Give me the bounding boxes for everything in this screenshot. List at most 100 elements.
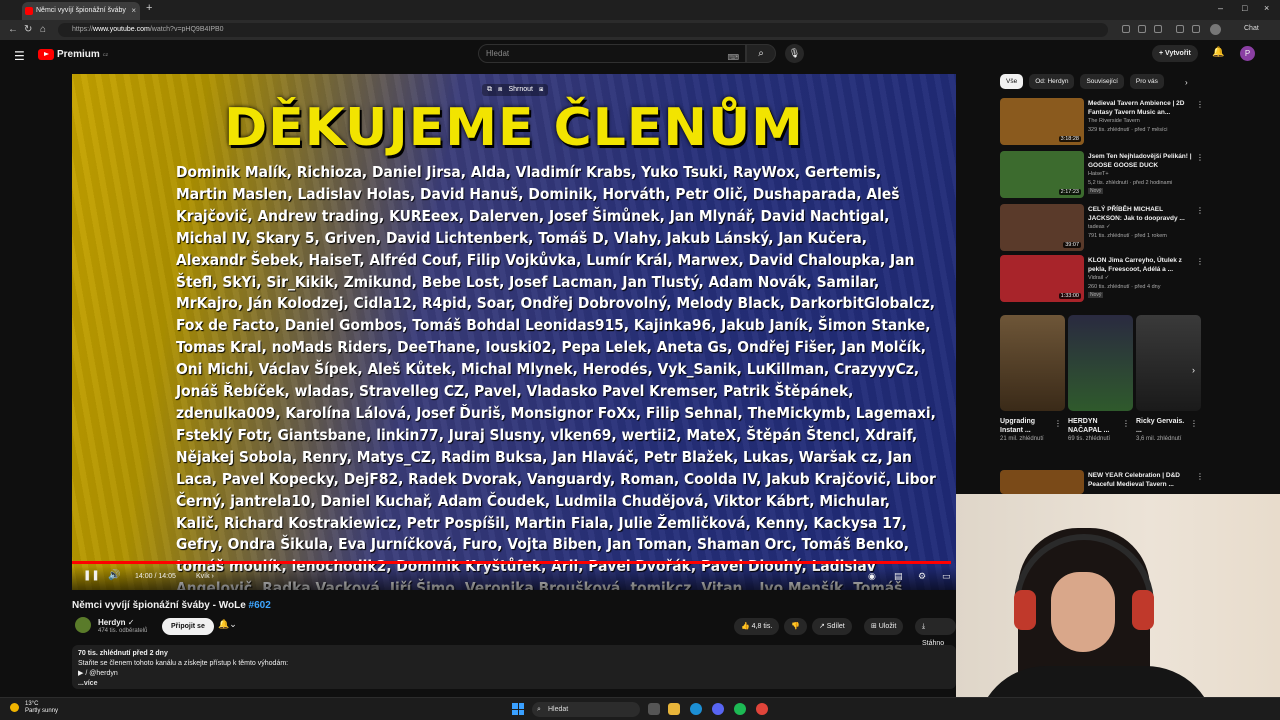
hashtag-link[interactable]: #602 (249, 600, 271, 611)
chapter-button[interactable]: Kvík › (196, 573, 214, 580)
more-options-icon[interactable]: ⋮ (1196, 153, 1204, 162)
rec-title[interactable]: NEW YEAR Celebration | D&D Peaceful Medi… (1088, 472, 1194, 489)
list-item[interactable]: 3:18:28 Medieval Tavern Ambience | 2D Fa… (1000, 98, 1205, 146)
app-icon[interactable] (756, 703, 768, 715)
short-title[interactable]: Upgrading Instant ... (1000, 417, 1055, 435)
channel-avatar[interactable] (75, 617, 91, 633)
spotify-icon[interactable] (734, 703, 746, 715)
description-link[interactable]: ▶ / @herdyn (78, 669, 950, 679)
video-thumbnail[interactable]: 1:33:00 (1000, 255, 1084, 302)
rec-title[interactable]: CELÝ PŘÍBĚH MICHAEL JACKSON: Jak to doop… (1088, 206, 1194, 223)
downloads-icon[interactable] (1192, 25, 1200, 33)
like-button[interactable]: 👍 4,8 tis. (734, 618, 780, 635)
more-options-icon[interactable]: ⋮ (1196, 100, 1204, 109)
weather-widget[interactable]: 13°C Partly sunny (10, 701, 58, 715)
search-button[interactable]: ⌕ (746, 44, 776, 63)
subtitles-icon[interactable]: ▤ (894, 571, 903, 582)
new-tab-button[interactable]: + (146, 2, 152, 14)
extensions-icon[interactable] (1154, 25, 1162, 33)
subscribe-bell-icon[interactable]: 🔔⌄ (218, 619, 237, 630)
rec-channel[interactable]: HaiseT+ (1088, 171, 1109, 177)
youtube-logo[interactable]: Premium CZ (38, 48, 108, 61)
short-title[interactable]: HERDYN NAČAPAL ... (1068, 417, 1123, 435)
taskbar-search[interactable]: ⌕ Hledat (532, 702, 640, 717)
dislike-button[interactable]: 👎 (784, 618, 807, 635)
extension-icon[interactable] (1122, 25, 1130, 33)
video-thumbnail[interactable]: 2:17:23 (1000, 151, 1084, 198)
minimize-button[interactable]: – (1218, 3, 1223, 13)
chip-related[interactable]: Související (1080, 74, 1124, 89)
more-options-icon[interactable]: ⋮ (1190, 419, 1198, 428)
keyboard-icon[interactable]: ⌨ (727, 49, 739, 66)
short-thumbnail[interactable] (1136, 315, 1201, 411)
progress-bar[interactable] (72, 561, 951, 564)
rec-channel[interactable]: tadeas ✓ (1088, 224, 1111, 230)
list-item[interactable]: 39:07 CELÝ PŘÍBĚH MICHAEL JACKSON: Jak t… (1000, 204, 1205, 252)
chevron-right-icon[interactable]: › (1185, 78, 1188, 87)
list-item[interactable]: 1:33:00 KLON Jima Carreyho, Útulek z pek… (1000, 255, 1205, 303)
short-thumbnail[interactable] (1068, 315, 1133, 411)
share-button[interactable]: ↗ Sdílet (812, 618, 852, 635)
more-options-icon[interactable]: ⋮ (1122, 419, 1130, 428)
more-options-icon[interactable]: ⋮ (1196, 206, 1204, 215)
back-icon[interactable]: ← (8, 24, 18, 35)
more-options-icon[interactable]: ⋮ (1196, 472, 1204, 481)
volume-icon[interactable]: 🔊 (108, 570, 120, 581)
copilot-chat-button[interactable]: Chat (1244, 25, 1259, 32)
autoplay-toggle-icon[interactable]: ◉ (868, 571, 876, 582)
summarize-button[interactable]: Shrnout (508, 86, 533, 94)
menu-icon[interactable]: ☰ (14, 49, 25, 63)
notifications-bell-icon[interactable]: 🔔 (1212, 47, 1224, 58)
overlay-item-1[interactable]: ⧉ (487, 86, 492, 94)
show-more-link[interactable]: ...více (78, 679, 950, 689)
edge-icon[interactable] (690, 703, 702, 715)
join-button[interactable]: Připojit se (162, 618, 214, 635)
short-title[interactable]: Ricky Gervais. ... (1136, 417, 1191, 435)
miniplayer-icon[interactable]: ▭ (942, 571, 951, 582)
rec-title[interactable]: Medieval Tavern Ambience | 2D Fantasy Ta… (1088, 100, 1194, 117)
list-item[interactable]: NEW YEAR Celebration | D&D Peaceful Medi… (1000, 470, 1205, 494)
home-icon[interactable]: ⌂ (40, 24, 46, 35)
list-item[interactable]: 2:17:23 Jsem Ten Nejhladovější Pelikán! … (1000, 151, 1205, 199)
collections-icon[interactable] (1176, 25, 1184, 33)
windows-start-icon[interactable] (512, 703, 524, 715)
browser-tab[interactable]: Němci vyvíjí špionážní šváby × (22, 2, 140, 20)
close-tab-icon[interactable]: × (131, 2, 136, 20)
chip-all[interactable]: Vše (1000, 74, 1024, 89)
user-avatar[interactable]: P (1240, 46, 1255, 61)
rec-channel[interactable]: Vidrail ✓ (1088, 275, 1109, 281)
chip-for-you[interactable]: Pro vás (1129, 74, 1164, 89)
chip-from-channel[interactable]: Od: Herdyn (1029, 74, 1075, 89)
save-button[interactable]: ⊞ Uložit (864, 618, 904, 635)
video-player[interactable]: ⧉ ⧈ Shrnout ⧆ DĚKUJEME ČLENŮM Dominik Ma… (72, 74, 956, 590)
description-box[interactable]: 70 tis. zhlédnutí před 2 dny Staňte se č… (72, 645, 956, 689)
rec-title[interactable]: Jsem Ten Nejhladovější Pelikán! | GOOSE … (1088, 153, 1194, 170)
overlay-item-4[interactable]: ⧆ (539, 86, 543, 94)
profile-avatar[interactable] (1210, 24, 1221, 35)
pause-icon[interactable]: ❚❚ (83, 570, 100, 581)
video-thumbnail[interactable]: 3:18:28 (1000, 98, 1084, 145)
close-window-button[interactable]: × (1264, 3, 1269, 13)
url-field[interactable]: https://www.youtube.com/watch?v=pHQ9B4IP… (58, 23, 1108, 37)
voice-search-button[interactable]: 🎙 (785, 44, 804, 63)
rec-title[interactable]: KLON Jima Carreyho, Útulek z pekla, Free… (1088, 257, 1194, 274)
short-thumbnail[interactable] (1000, 315, 1065, 411)
more-options-icon[interactable]: ⋮ (1196, 257, 1204, 266)
chevron-right-icon[interactable]: › (1192, 365, 1195, 375)
discord-icon[interactable] (712, 703, 724, 715)
favorite-icon[interactable] (1138, 25, 1146, 33)
search-input[interactable]: Hledat ⌨ (478, 44, 746, 63)
video-thumbnail[interactable]: 39:07 (1000, 204, 1084, 251)
maximize-button[interactable]: □ (1242, 3, 1247, 13)
channel-name[interactable]: Herdyn ✓ (98, 618, 135, 627)
reload-icon[interactable]: ↻ (24, 24, 32, 35)
more-options-icon[interactable]: ⋮ (1054, 419, 1062, 428)
overlay-item-2[interactable]: ⧈ (498, 86, 502, 94)
file-explorer-icon[interactable] (668, 703, 680, 715)
download-button[interactable]: ⤓ Stáhno (915, 618, 956, 647)
create-button[interactable]: + Vytvořit (1152, 45, 1198, 62)
task-view-icon[interactable] (648, 703, 660, 715)
settings-gear-icon[interactable]: ⚙ (918, 571, 926, 582)
video-thumbnail[interactable] (1000, 470, 1084, 494)
rec-channel[interactable]: The Riverside Tavern (1088, 118, 1140, 124)
